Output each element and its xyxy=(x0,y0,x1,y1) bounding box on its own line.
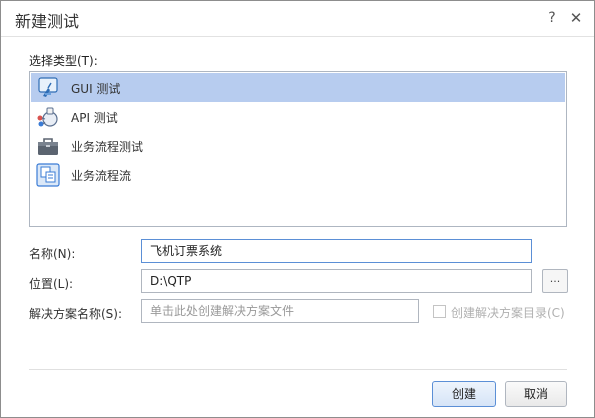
name-label: 名称(N): xyxy=(29,247,76,261)
solution-name-input[interactable]: 单击此处创建解决方案文件 xyxy=(141,299,419,323)
solution-name-label: 解决方案名称(S): xyxy=(29,307,123,321)
create-solution-dir-checkbox[interactable] xyxy=(433,305,446,318)
api-test-icon xyxy=(37,107,58,127)
new-test-dialog: 新建测试 ? ✕ 选择类型(T): GUI 测试 API 测试 业务流程测试 业… xyxy=(0,0,595,418)
create-button[interactable]: 创建 xyxy=(432,381,496,407)
type-item-gui-test[interactable]: GUI 测试 xyxy=(31,73,565,102)
dialog-title: 新建测试 xyxy=(15,12,80,31)
select-type-label: 选择类型(T): xyxy=(29,54,98,68)
dialog-titlebar: 新建测试 ? ✕ xyxy=(1,1,594,37)
type-item-business-process-test[interactable]: 业务流程测试 xyxy=(31,131,565,160)
browse-button[interactable]: ... xyxy=(542,269,568,293)
test-type-list[interactable]: GUI 测试 API 测试 业务流程测试 业务流程流 xyxy=(29,71,567,227)
type-item-api-test[interactable]: API 测试 xyxy=(31,102,565,131)
help-button[interactable]: ? xyxy=(545,10,559,28)
business-process-test-icon xyxy=(38,138,58,155)
type-item-label: API 测试 xyxy=(71,111,118,125)
type-item-label: 业务流程测试 xyxy=(71,140,144,154)
close-button[interactable]: ✕ xyxy=(567,9,585,27)
footer-divider xyxy=(29,369,567,370)
type-item-label: 业务流程流 xyxy=(71,169,132,183)
location-input[interactable]: D:\QTP xyxy=(141,269,532,293)
type-item-business-process-flow[interactable]: 业务流程流 xyxy=(31,160,565,189)
location-label: 位置(L): xyxy=(29,277,74,291)
cancel-button[interactable]: 取消 xyxy=(505,381,567,407)
create-solution-dir-label: 创建解决方案目录(C) xyxy=(451,306,565,320)
business-process-flow-icon xyxy=(36,163,60,187)
name-input[interactable]: 飞机订票系统 xyxy=(141,239,532,263)
gui-test-icon xyxy=(38,77,58,97)
type-item-label: GUI 测试 xyxy=(71,82,121,96)
